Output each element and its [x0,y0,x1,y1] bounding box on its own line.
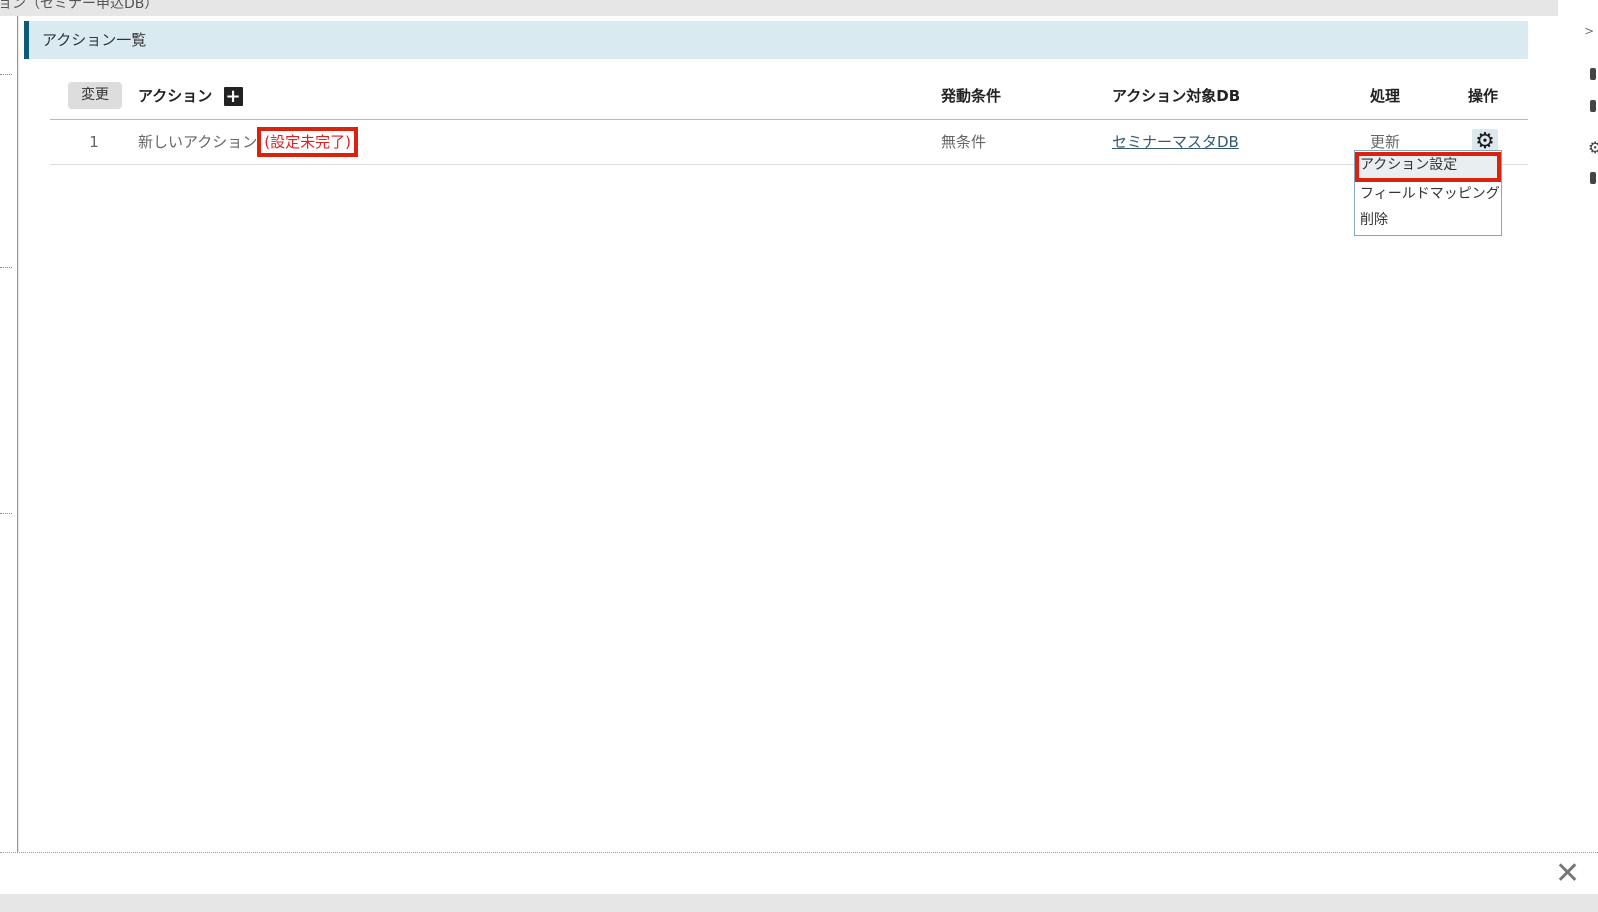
header-condition: 発動条件 [941,72,1112,120]
menu-item-action-settings[interactable]: アクション設定 [1355,152,1501,182]
header-action-label: アクション [138,86,213,105]
row-action-cell: 新しいアクション (設定未完了) [138,119,941,165]
menu-item-delete[interactable]: 削除 [1355,208,1501,234]
section-title: アクション一覧 [42,31,147,49]
toolbar-marker-icon [1590,100,1596,112]
modal-footer: ✕ [0,852,1598,894]
chevron-right-icon: > [1584,24,1595,38]
window-titlebar: ョン（セミナー申込DB） [0,0,1598,16]
header-operation: 操作 [1468,72,1528,120]
right-background-strip: > ⚙ [1558,0,1598,852]
section-header: アクション一覧 [24,21,1528,59]
bottom-bar [0,894,1598,912]
row-condition: 無条件 [941,119,1112,165]
row-target-db-cell: セミナーマスタDB [1112,119,1370,165]
close-icon[interactable]: ✕ [1555,859,1580,889]
header-process: 処理 [1370,72,1468,120]
target-db-link[interactable]: セミナーマスタDB [1112,133,1239,151]
header-change-cell: 変更 [50,72,138,120]
menu-item-field-mapping[interactable]: フィールドマッピング [1355,182,1501,208]
left-background-strip [0,16,18,852]
row-number: 1 [50,119,138,165]
divider [0,74,12,75]
toolbar-marker-icon [1590,68,1596,80]
divider [0,267,12,268]
action-name: 新しいアクション [138,132,258,151]
operation-dropdown-menu: アクション設定 フィールドマッピング 削除 [1354,150,1502,236]
window-title: ョン（セミナー申込DB） [0,0,159,12]
action-list-modal: アクション一覧 変更 アクション + 発動条件 アクション対象DB 処理 操作 … [19,16,1558,852]
action-table: 変更 アクション + 発動条件 アクション対象DB 処理 操作 1 新しいアクシ… [50,72,1528,165]
table-header-row: 変更 アクション + 発動条件 アクション対象DB 処理 操作 [50,72,1528,120]
header-target-db: アクション対象DB [1112,72,1370,120]
status-badge: (設定未完了) [257,126,358,157]
change-order-button[interactable]: 変更 [68,81,122,109]
header-action: アクション + [138,72,941,120]
table-row: 1 新しいアクション (設定未完了) 無条件 セミナーマスタDB 更新 ⚙ [50,119,1528,165]
plus-icon[interactable]: + [223,86,243,106]
divider [0,513,12,514]
toolbar-marker-icon [1590,172,1596,184]
gear-icon: ⚙ [1588,138,1598,157]
